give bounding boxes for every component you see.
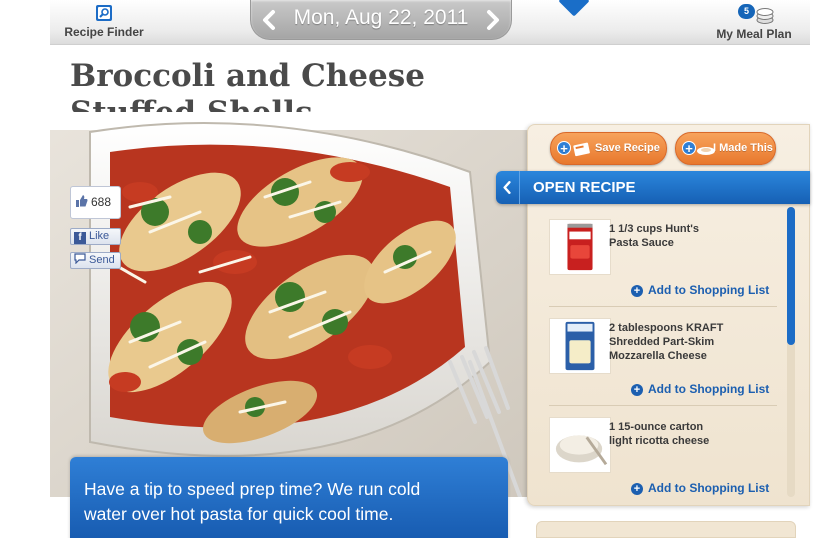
like-label: Like (89, 230, 110, 242)
save-recipe-button[interactable]: + Save Recipe (550, 132, 667, 165)
i-made-this-button[interactable]: + I Made This (675, 132, 776, 165)
recipe-photo (50, 112, 528, 497)
thumbs-up-icon (76, 195, 88, 207)
date-navigator: Mon, Aug 22, 2011 (250, 0, 512, 40)
chevron-right-icon[interactable] (481, 9, 503, 31)
ingredient-text: 1 1/3 cups Hunt's Pasta Sauce (609, 222, 774, 250)
recipe-finder-label: Recipe Finder (64, 25, 144, 39)
ingredient-line1: 1 15-ounce carton (609, 421, 704, 433)
recipe-title-line1: Broccoli and Cheese (70, 58, 425, 94)
facebook-send-button[interactable]: Send (70, 252, 121, 269)
chevron-left-icon[interactable] (259, 9, 281, 31)
speech-bubble-icon (74, 253, 86, 264)
ingredient-line2: Pasta Sauce (609, 237, 674, 249)
chevron-left-icon (503, 171, 520, 204)
plus-icon: + (631, 285, 643, 297)
search-icon (96, 5, 112, 21)
current-date: Mon, Aug 22, 2011 (293, 6, 469, 29)
add-to-shopping-list-link[interactable]: + Add to Shopping List (631, 382, 769, 396)
tip-box: Have a tip to speed prep time? We run co… (70, 457, 508, 538)
facebook-icon: f (74, 232, 86, 244)
my-meal-plan-label: My Meal Plan (716, 27, 792, 41)
ricotta-image (549, 417, 611, 473)
hunts-can-image (549, 219, 611, 275)
ingredient-line1: 2 tablespoons KRAFT (609, 322, 724, 334)
meal-plan-count-badge: 5 (738, 4, 755, 19)
bottom-panel-edge (536, 521, 796, 538)
i-made-this-label: I Made This (713, 142, 773, 154)
social-buttons: 688 f Like Send (70, 186, 122, 269)
add-to-shopping-list-label: Add to Shopping List (648, 283, 770, 297)
like-count: 688 (91, 195, 112, 209)
ingredient-line2: light ricotta cheese (609, 435, 710, 447)
add-to-shopping-list-link[interactable]: + Add to Shopping List (631, 283, 769, 297)
ingredient-item: 1 1/3 cups Hunt's Pasta Sauce + Add to Sh… (549, 208, 777, 307)
send-label: Send (89, 254, 115, 266)
add-to-shopping-list-label: Add to Shopping List (648, 481, 770, 495)
plus-icon: + (631, 483, 643, 495)
plate-icon (697, 147, 715, 155)
ingredient-item: 1 15-ounce carton light ricotta cheese +… (549, 406, 777, 498)
ingredient-list: 1 1/3 cups Hunt's Pasta Sauce + Add to Sh… (549, 208, 777, 498)
open-recipe-label: OPEN RECIPE (533, 179, 636, 196)
scrollbar-thumb[interactable] (787, 207, 795, 345)
ingredient-line3: Mozzarella Cheese (609, 350, 707, 362)
recipe-card-icon (573, 142, 590, 157)
my-meal-plan-button[interactable]: 5 My Meal Plan (714, 0, 794, 41)
facebook-like-button[interactable]: f Like (70, 228, 121, 245)
open-recipe-button[interactable]: OPEN RECIPE (496, 171, 810, 204)
save-recipe-label: Save Recipe (595, 142, 660, 154)
plus-icon: + (682, 141, 696, 155)
add-to-shopping-list-label: Add to Shopping List (648, 382, 770, 396)
kraft-cheese-image (549, 318, 611, 374)
ingredient-text: 2 tablespoons KRAFT Shredded Part-Skim M… (609, 321, 774, 363)
plates-icon (756, 8, 774, 24)
ingredient-text: 1 15-ounce carton light ricotta cheese (609, 420, 774, 448)
tip-line2: water over hot pasta for quick cool time… (84, 504, 394, 524)
recipe-finder-button[interactable]: Recipe Finder (64, 0, 144, 39)
add-to-shopping-list-link[interactable]: + Add to Shopping List (631, 481, 769, 495)
ingredient-item: 2 tablespoons KRAFT Shredded Part-Skim M… (549, 307, 777, 406)
ingredient-line2: Shredded Part-Skim (609, 336, 715, 348)
plus-icon: + (557, 141, 571, 155)
ingredient-line1: 1 1/3 cups Hunt's (609, 223, 700, 235)
tip-line1: Have a tip to speed prep time? We run co… (84, 479, 421, 499)
ingredient-scrollbar[interactable] (787, 207, 795, 497)
plus-icon: + (631, 384, 643, 396)
like-count-box: 688 (70, 186, 121, 219)
